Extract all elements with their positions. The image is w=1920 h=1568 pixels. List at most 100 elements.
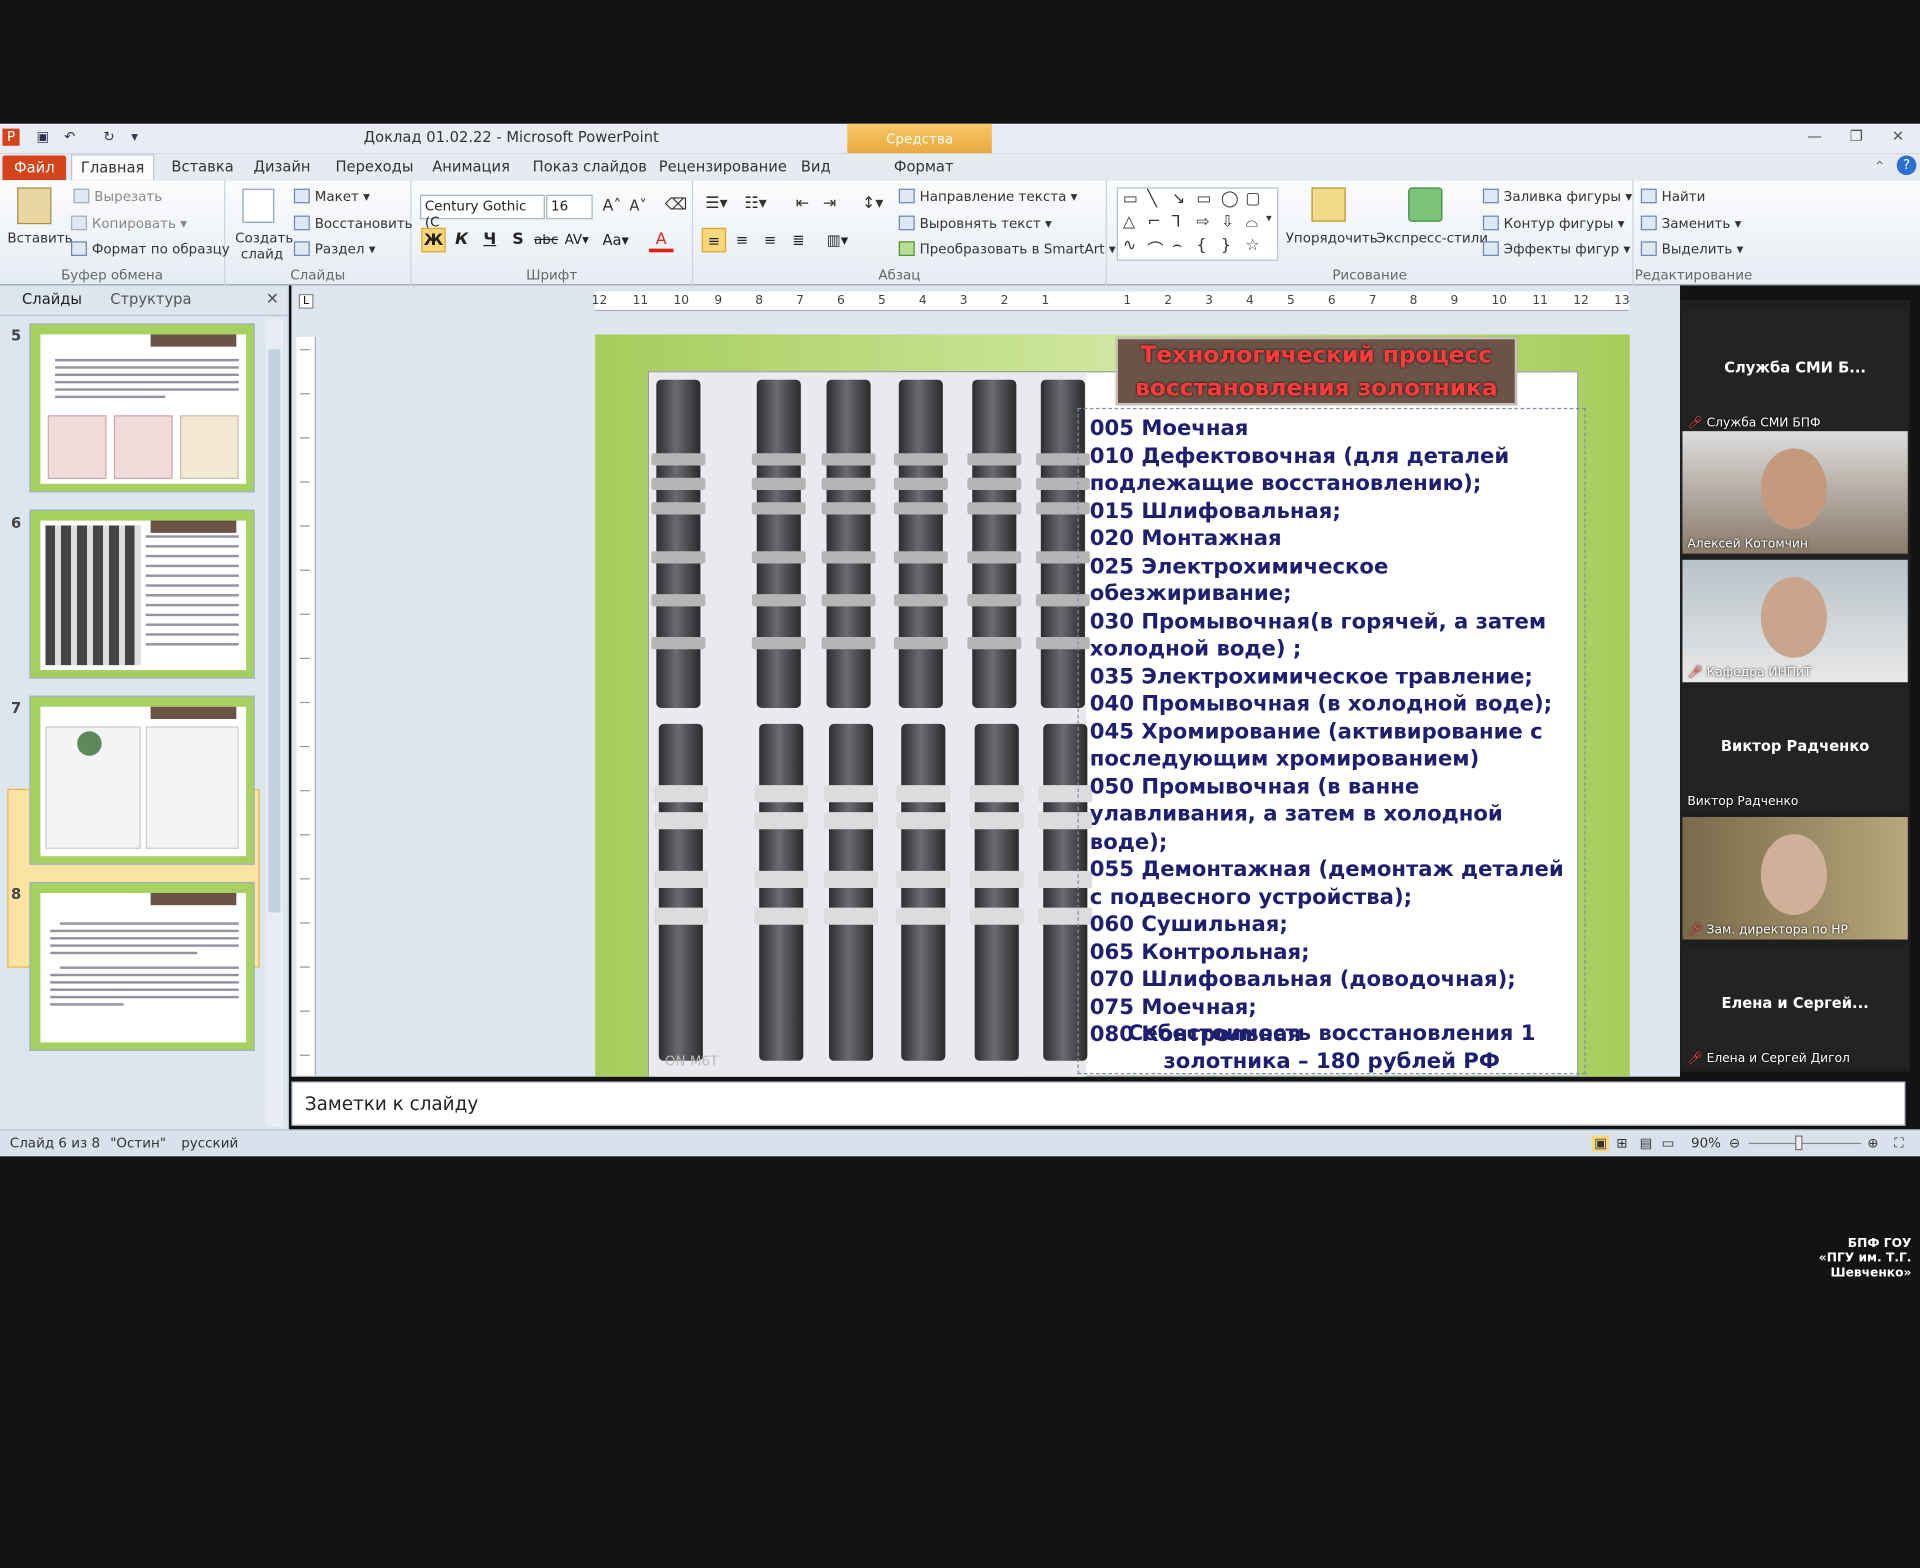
curve-shape-icon[interactable]: ∿ [1123,236,1136,254]
normal-view-icon[interactable]: ▣ [1591,1135,1610,1152]
decrease-indent-icon[interactable]: ⇤ [796,195,809,213]
restore-icon[interactable]: ❐ [1844,127,1868,144]
shapes-gallery[interactable]: ▭ ╲ ↘ ▭ ◯ ▢ △ ⌐ ⅂ ⇨ ⇩ ⌓ ∿ ⌒ ⌢ { } ☆ ▾ [1116,187,1279,261]
underline-button[interactable]: Ч [478,228,502,252]
customize-quick-access-icon[interactable]: ▾ [126,129,143,146]
reading-view-icon[interactable]: ▤ [1640,1135,1653,1151]
new-slide-icon[interactable] [242,188,275,223]
close-pane-icon[interactable]: ✕ [266,290,279,308]
shape-fill-button[interactable]: Заливка фигуры ▾ [1482,188,1632,205]
tab-design[interactable]: Дизайн [253,158,310,175]
quick-styles-icon[interactable] [1408,187,1443,222]
slide-sorter-icon[interactable]: ⊞ [1616,1135,1627,1151]
justify-button[interactable]: ≣ [786,228,810,252]
connector-shape-icon[interactable]: ⅂ [1172,213,1181,231]
strikethrough-button[interactable]: abc [534,228,558,252]
bullets-icon[interactable]: ☰▾ [705,195,727,213]
bold-button[interactable]: Ж [421,227,446,253]
numbering-icon[interactable]: ☷▾ [744,195,766,213]
font-size-select[interactable]: 16 [546,194,593,220]
spacing-button[interactable]: AV▾ [564,228,589,252]
quick-styles-button[interactable]: Экспресс-стили [1376,230,1488,246]
elbow-connector-shape-icon[interactable]: ⌐ [1147,213,1160,231]
star-shape-icon[interactable]: ☆ [1245,236,1259,254]
zoom-in-icon[interactable]: ⊕ [1867,1135,1878,1151]
grow-font-icon[interactable]: A˄ [602,197,621,215]
right-arrow-shape-icon[interactable]: ⇨ [1196,213,1209,231]
textbox-shape-icon[interactable]: ▭ [1123,190,1138,208]
line-shape-icon[interactable]: ╲ [1147,190,1157,208]
tab-animations[interactable]: Анимация [432,158,510,175]
zoom-slider-thumb[interactable] [1795,1135,1803,1151]
thumbnails-scrollbar[interactable] [265,318,283,1127]
slide-title[interactable]: Технологический процесс восстановления з… [1115,336,1518,406]
select-button[interactable]: Выделить ▾ [1640,241,1743,257]
clear-formatting-icon[interactable]: ⌫ [665,196,688,214]
convert-smartart-button[interactable]: Преобразовать в SmartArt ▾ [898,241,1116,257]
line-spacing-icon[interactable]: ↕▾ [862,195,883,213]
font-name-select[interactable]: Century Gothic (С [420,194,545,230]
increase-indent-icon[interactable]: ⇥ [823,195,836,213]
down-arrow-shape-icon[interactable]: ⇩ [1221,213,1234,231]
italic-button[interactable]: К [449,228,473,252]
language[interactable]: русский [181,1135,238,1151]
tab-review[interactable]: Рецензирование [659,158,787,175]
participant-tile[interactable]: 🎤︎ Зам. директора по НР [1682,817,1908,940]
participant-tile[interactable]: 🎤︎ Кафедра ИНПиТ [1682,559,1908,683]
save-icon[interactable]: ▣ [34,129,51,146]
tab-file[interactable]: Файл [2,155,67,181]
freeform-shape-icon[interactable]: ⌓ [1245,213,1258,231]
zoom-out-icon[interactable]: ⊖ [1729,1135,1740,1151]
process-steps[interactable]: 005 Моечная 010 Дефектовочная (для детале… [1090,415,1574,1049]
rounded-rect-shape-icon[interactable]: ▢ [1245,190,1260,208]
cost-note[interactable]: Себестоимость восстановления 1 золотника… [1090,1020,1574,1075]
shape-outline-button[interactable]: Контур фигуры ▾ [1482,215,1625,232]
change-case-button[interactable]: Aa▾ [602,228,628,252]
spool-valves-photo[interactable] [648,372,1093,1077]
copy-button[interactable]: Копировать ▾ [71,215,187,232]
participant-tile[interactable]: Служба СМИ Б... 🎤︎ Служба СМИ БПФ [1682,309,1908,433]
bracket-shape-icon[interactable]: ⌢ [1172,236,1182,254]
text-direction-button[interactable]: Направление текста ▾ [898,188,1077,205]
zoom-slider[interactable] [1748,1142,1862,1145]
minimize-icon[interactable]: — [1802,127,1826,144]
slide-thumbnail-7[interactable] [29,695,255,865]
oval-shape-icon[interactable]: ◯ [1221,190,1239,208]
tab-view[interactable]: Вид [801,158,831,175]
triangle-shape-icon[interactable]: △ [1123,213,1135,231]
arrange-icon[interactable] [1311,187,1346,222]
slide[interactable]: ON M6T Технологический процесс восстанов… [595,334,1630,1077]
layout-button[interactable]: Макет ▾ [293,188,370,205]
left-brace-shape-icon[interactable]: { [1196,236,1206,254]
font-color-button[interactable]: A [648,228,674,253]
participant-tile[interactable]: Елена и Сергей... 🎤︎ Елена и Сергей Дигол [1682,945,1908,1069]
theme-name[interactable]: "Остин" [110,1135,166,1151]
tab-format[interactable]: Формат [894,158,954,175]
slide-thumbnail-8[interactable] [29,881,255,1051]
align-center-button[interactable]: ≡ [730,228,754,252]
tab-selector-icon[interactable]: L [298,293,314,309]
slide-thumbnail-6[interactable] [29,509,255,679]
tab-slides[interactable]: Слайды [22,290,82,307]
align-left-button[interactable]: ≡ [701,227,727,253]
replace-button[interactable]: Заменить ▾ [1640,215,1741,232]
tab-home[interactable]: Главная [71,154,155,181]
gallery-more-icon[interactable]: ▾ [1266,213,1272,225]
help-icon[interactable]: ? [1896,155,1917,176]
align-right-button[interactable]: ≡ [758,228,782,252]
align-text-button[interactable]: Выровнять текст ▾ [898,215,1052,232]
paste-icon[interactable] [17,187,52,225]
reset-button[interactable]: Восстановить [293,215,413,232]
shrink-font-icon[interactable]: A˅ [629,197,646,214]
paste-button[interactable]: Вставить [7,230,72,246]
collapse-ribbon-icon[interactable]: ⌃ [1873,158,1885,175]
participant-tile[interactable]: Виктор Радченко Виктор Радченко [1682,688,1908,811]
arrange-button[interactable]: Упорядочить [1286,230,1378,246]
section-button[interactable]: Раздел ▾ [293,241,376,257]
fit-window-icon[interactable]: ⛶ [1894,1135,1903,1152]
redo-icon[interactable]: ↻ [100,129,117,146]
slide-thumbnail-5[interactable] [29,323,255,493]
new-slide-button[interactable]: Создать слайд [235,230,293,262]
zoom-level[interactable]: 90% [1691,1135,1721,1151]
undo-icon[interactable]: ↶ [61,129,78,146]
